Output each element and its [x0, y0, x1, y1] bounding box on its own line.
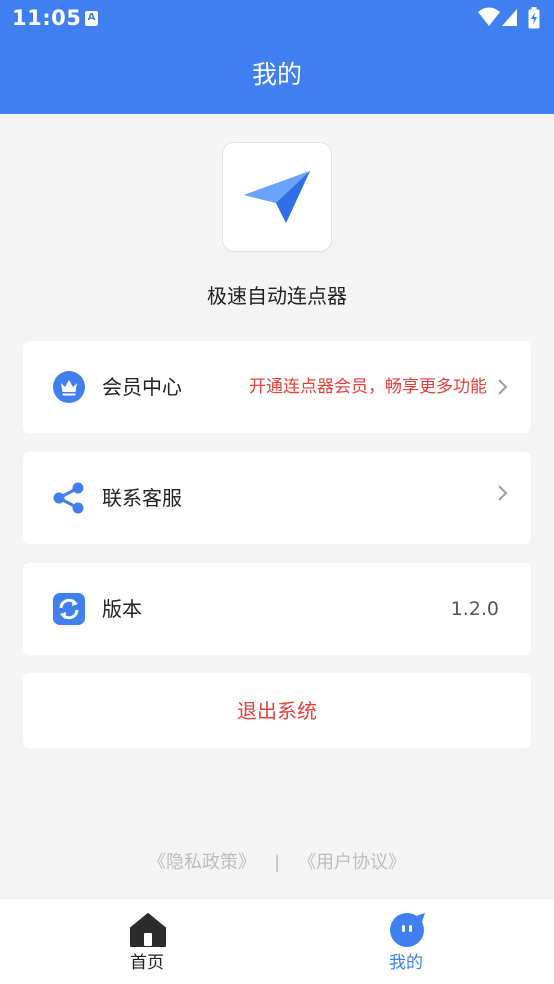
nav-item-mine[interactable]: 我的 [346, 899, 466, 984]
link-separator: | [273, 852, 281, 873]
a-letter-icon: A [85, 11, 98, 26]
version-row: 版本 1.2.0 [23, 563, 531, 655]
nav-item-home[interactable]: 首页 [87, 899, 207, 984]
chat-face-icon [390, 913, 425, 947]
vip-promo-text: 开通连点器会员，畅享更多功能 [249, 377, 487, 397]
header-bar: 11:05 A 我的 [0, 0, 554, 114]
status-bar: 11:05 A [0, 0, 554, 38]
privacy-policy-link[interactable]: 《隐私政策》 [148, 852, 256, 873]
nav-mine-label: 我的 [389, 953, 423, 973]
paper-plane-icon [244, 171, 310, 223]
page-title: 我的 [251, 60, 302, 89]
logout-button[interactable]: 退出系统 [23, 673, 531, 748]
signal-icon [502, 9, 517, 26]
version-value: 1.2.0 [450, 598, 499, 620]
bottom-nav: 首页 我的 [0, 898, 554, 984]
version-label: 版本 [102, 597, 142, 621]
status-time: 11:05 [12, 6, 82, 30]
app-name: 极速自动连点器 [207, 284, 347, 308]
battery-charging-icon [528, 7, 540, 29]
footer-links: 《隐私政策》 | 《用户协议》 [0, 850, 554, 876]
logout-label: 退出系统 [237, 699, 317, 723]
crown-icon [53, 371, 85, 403]
wifi-icon [478, 7, 500, 26]
chevron-right-icon [498, 485, 508, 501]
share-icon [53, 482, 84, 514]
app-logo [222, 142, 332, 252]
chevron-right-icon [498, 379, 508, 395]
nav-home-label: 首页 [130, 953, 164, 973]
refresh-icon [53, 593, 85, 625]
contact-support-row[interactable]: 联系客服 [23, 452, 531, 544]
user-agreement-link[interactable]: 《用户协议》 [298, 852, 406, 873]
vip-center-row[interactable]: 会员中心 开通连点器会员，畅享更多功能 [23, 341, 531, 433]
home-icon [130, 913, 166, 947]
contact-support-label: 联系客服 [102, 486, 182, 510]
vip-center-label: 会员中心 [102, 375, 182, 399]
